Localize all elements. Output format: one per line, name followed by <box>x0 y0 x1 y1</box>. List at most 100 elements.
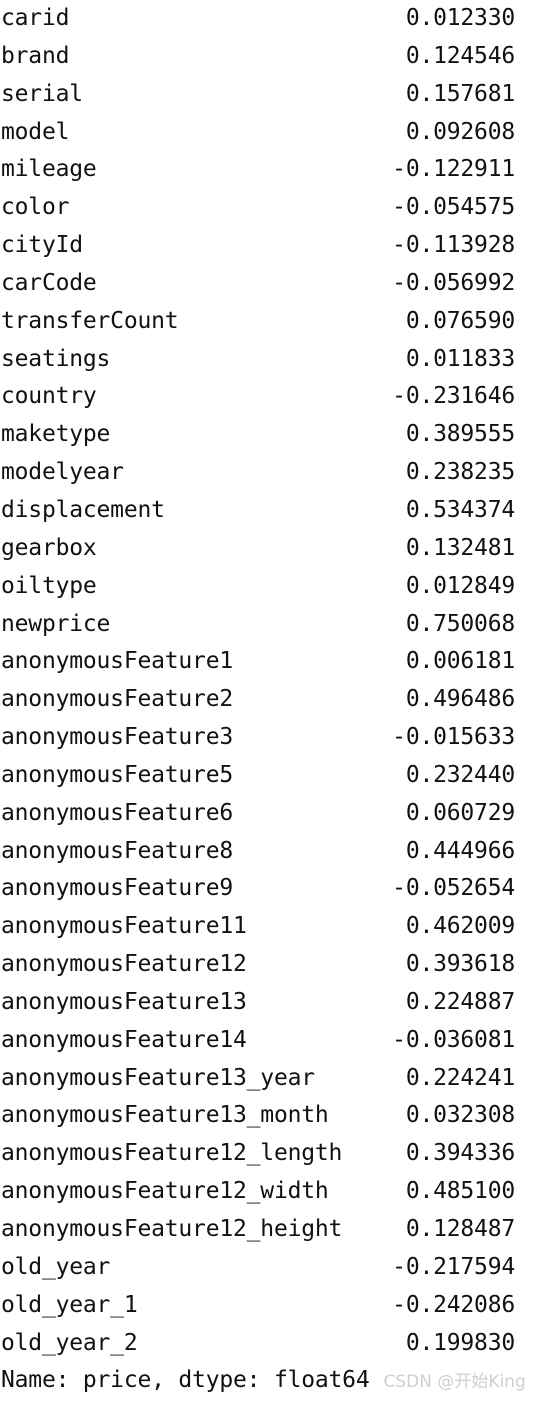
series-value: 0.092608 <box>405 118 515 145</box>
series-value: 0.462009 <box>405 913 515 940</box>
series-value: -0.015633 <box>392 724 515 751</box>
series-value: 0.224241 <box>405 1064 515 1091</box>
series-row: modelyear 0.238235 <box>0 454 539 492</box>
series-value: 0.060729 <box>405 799 515 826</box>
series-row: gearbox 0.132481 <box>0 530 539 568</box>
series-row: cityId -0.113928 <box>0 227 539 265</box>
series-index-label: transferCount <box>1 307 179 334</box>
series-value: -0.113928 <box>392 232 515 259</box>
series-index-label: cityId <box>1 232 83 259</box>
series-row: anonymousFeature3 -0.015633 <box>0 719 539 757</box>
series-index-label: mileage <box>1 156 97 183</box>
series-value: 0.076590 <box>405 307 515 334</box>
series-row: carCode -0.056992 <box>0 265 539 303</box>
series-row: oiltype 0.012849 <box>0 568 539 606</box>
series-index-label: anonymousFeature1 <box>1 648 234 675</box>
series-dtype-label: Name: price, dtype: float64 <box>1 1367 370 1394</box>
series-index-label: brand <box>1 42 70 69</box>
series-row: carid 0.012330 <box>0 0 539 38</box>
series-value: 0.534374 <box>405 496 515 523</box>
series-row: color -0.054575 <box>0 189 539 227</box>
series-index-label: old_year <box>1 1253 111 1280</box>
series-row: anonymousFeature12_height 0.128487 <box>0 1211 539 1249</box>
series-index-label: old_year_1 <box>1 1291 138 1318</box>
series-row: anonymousFeature13_month 0.032308 <box>0 1097 539 1135</box>
series-value: -0.056992 <box>392 269 515 296</box>
series-row: anonymousFeature2 0.496486 <box>0 681 539 719</box>
series-index-label: model <box>1 118 70 145</box>
series-row: newprice 0.750068 <box>0 606 539 644</box>
series-index-label: old_year_2 <box>1 1329 138 1356</box>
series-value: 0.224887 <box>405 988 515 1015</box>
series-index-label: anonymousFeature12_width <box>1 1178 329 1205</box>
series-index-label: carCode <box>1 269 97 296</box>
series-row: old_year -0.217594 <box>0 1249 539 1287</box>
series-index-label: color <box>1 194 70 221</box>
series-index-label: maketype <box>1 421 111 448</box>
series-row: maketype 0.389555 <box>0 416 539 454</box>
series-row: anonymousFeature9 -0.052654 <box>0 870 539 908</box>
series-row: anonymousFeature14 -0.036081 <box>0 1022 539 1060</box>
series-value: -0.231646 <box>392 383 515 410</box>
series-index-label: anonymousFeature12_length <box>1 1140 343 1167</box>
series-value: 0.238235 <box>405 459 515 486</box>
series-footer-row: Name: price, dtype: float64 CSDN @开始King <box>0 1362 539 1400</box>
series-index-label: newprice <box>1 610 111 637</box>
series-value: 0.032308 <box>405 1102 515 1129</box>
series-index-label: anonymousFeature13_year <box>1 1064 315 1091</box>
series-index-label: country <box>1 383 97 410</box>
series-index-label: modelyear <box>1 459 124 486</box>
csdn-watermark: CSDN @开始King <box>383 1372 526 1393</box>
series-value: 0.389555 <box>405 421 515 448</box>
series-row: anonymousFeature6 0.060729 <box>0 795 539 833</box>
series-value: 0.232440 <box>405 761 515 788</box>
series-index-label: seatings <box>1 345 111 372</box>
series-value: 0.496486 <box>405 686 515 713</box>
series-rows-container: carid 0.012330 brand 0.124546 serial 0.157681… <box>0 0 539 1362</box>
series-index-label: anonymousFeature12_height <box>1 1216 343 1242</box>
series-row: brand 0.124546 <box>0 38 539 76</box>
series-row: anonymousFeature11 0.462009 <box>0 908 539 946</box>
series-row: old_year_2 0.199830 <box>0 1325 539 1363</box>
series-index-label: anonymousFeature13 <box>1 988 247 1015</box>
series-value: -0.054575 <box>392 194 515 221</box>
series-row: anonymousFeature1 0.006181 <box>0 643 539 681</box>
series-row: anonymousFeature12_width 0.485100 <box>0 1173 539 1211</box>
series-value: -0.217594 <box>392 1253 515 1280</box>
series-index-label: oiltype <box>1 572 97 599</box>
pandas-series-output: carid 0.012330 brand 0.124546 serial 0.157681… <box>0 0 539 1397</box>
series-value: -0.122911 <box>392 156 515 183</box>
series-index-label: anonymousFeature5 <box>1 761 234 788</box>
series-value: -0.242086 <box>392 1291 515 1318</box>
series-index-label: anonymousFeature14 <box>1 1026 247 1053</box>
series-index-label: anonymousFeature13_month <box>1 1102 329 1129</box>
series-index-label: anonymousFeature12 <box>1 951 247 978</box>
series-row: anonymousFeature5 0.232440 <box>0 757 539 795</box>
series-index-label: carid <box>1 5 70 31</box>
series-value: 0.128487 <box>405 1216 515 1242</box>
series-row: old_year_1 -0.242086 <box>0 1287 539 1325</box>
series-row: anonymousFeature12_length 0.394336 <box>0 1135 539 1173</box>
series-value: 0.124546 <box>405 42 515 69</box>
series-index-label: anonymousFeature9 <box>1 875 234 902</box>
series-value: 0.157681 <box>405 80 515 107</box>
series-value: 0.012849 <box>405 572 515 599</box>
series-value: 0.750068 <box>405 610 515 637</box>
series-row: serial 0.157681 <box>0 76 539 114</box>
series-index-label: anonymousFeature8 <box>1 837 234 864</box>
series-index-label: anonymousFeature2 <box>1 686 234 713</box>
series-index-label: gearbox <box>1 534 97 561</box>
series-value: 0.393618 <box>405 951 515 978</box>
series-row: anonymousFeature13_year 0.224241 <box>0 1060 539 1098</box>
series-index-label: anonymousFeature11 <box>1 913 247 940</box>
series-value: -0.036081 <box>392 1026 515 1053</box>
series-value: 0.444966 <box>405 837 515 864</box>
series-value: 0.006181 <box>405 648 515 675</box>
series-value: 0.394336 <box>405 1140 515 1167</box>
series-index-label: displacement <box>1 496 165 523</box>
series-value: 0.012330 <box>405 5 515 31</box>
series-value: 0.011833 <box>405 345 515 372</box>
series-row: anonymousFeature13 0.224887 <box>0 984 539 1022</box>
series-index-label: anonymousFeature3 <box>1 724 234 751</box>
series-value: 0.132481 <box>405 534 515 561</box>
